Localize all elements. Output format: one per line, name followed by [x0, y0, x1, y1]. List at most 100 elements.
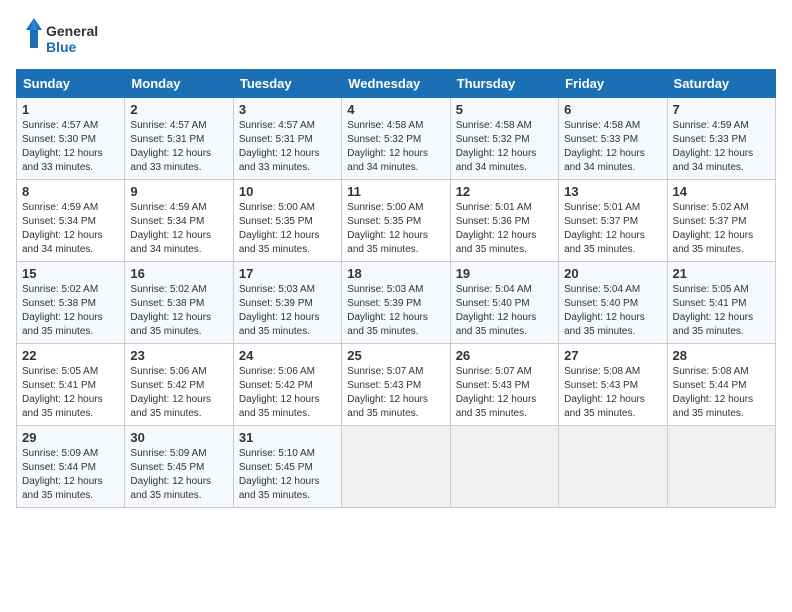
day-number: 4	[347, 102, 444, 117]
weekday-header: Wednesday	[342, 70, 450, 98]
day-number: 16	[130, 266, 227, 281]
calendar-cell	[342, 426, 450, 508]
day-number: 6	[564, 102, 661, 117]
calendar-cell: 12 Sunrise: 5:01 AMSunset: 5:36 PMDaylig…	[450, 180, 558, 262]
calendar-cell: 3 Sunrise: 4:57 AMSunset: 5:31 PMDayligh…	[233, 98, 341, 180]
day-info: Sunrise: 5:02 AMSunset: 5:38 PMDaylight:…	[22, 284, 103, 337]
weekday-header: Thursday	[450, 70, 558, 98]
day-number: 2	[130, 102, 227, 117]
day-number: 13	[564, 184, 661, 199]
day-number: 19	[456, 266, 553, 281]
calendar-table: SundayMondayTuesdayWednesdayThursdayFrid…	[16, 69, 776, 508]
day-info: Sunrise: 5:07 AMSunset: 5:43 PMDaylight:…	[456, 366, 537, 419]
day-number: 3	[239, 102, 336, 117]
calendar-cell: 2 Sunrise: 4:57 AMSunset: 5:31 PMDayligh…	[125, 98, 233, 180]
day-info: Sunrise: 5:04 AMSunset: 5:40 PMDaylight:…	[456, 284, 537, 337]
calendar-cell: 19 Sunrise: 5:04 AMSunset: 5:40 PMDaylig…	[450, 262, 558, 344]
day-number: 14	[673, 184, 770, 199]
calendar-cell: 26 Sunrise: 5:07 AMSunset: 5:43 PMDaylig…	[450, 344, 558, 426]
day-info: Sunrise: 5:09 AMSunset: 5:45 PMDaylight:…	[130, 448, 211, 501]
calendar-cell: 23 Sunrise: 5:06 AMSunset: 5:42 PMDaylig…	[125, 344, 233, 426]
day-number: 17	[239, 266, 336, 281]
calendar-cell: 17 Sunrise: 5:03 AMSunset: 5:39 PMDaylig…	[233, 262, 341, 344]
day-info: Sunrise: 5:07 AMSunset: 5:43 PMDaylight:…	[347, 366, 428, 419]
day-info: Sunrise: 5:02 AMSunset: 5:37 PMDaylight:…	[673, 202, 754, 255]
calendar-week-row: 15 Sunrise: 5:02 AMSunset: 5:38 PMDaylig…	[17, 262, 776, 344]
calendar-cell: 11 Sunrise: 5:00 AMSunset: 5:35 PMDaylig…	[342, 180, 450, 262]
calendar-cell: 14 Sunrise: 5:02 AMSunset: 5:37 PMDaylig…	[667, 180, 775, 262]
day-number: 26	[456, 348, 553, 363]
day-info: Sunrise: 5:00 AMSunset: 5:35 PMDaylight:…	[239, 202, 320, 255]
day-info: Sunrise: 5:05 AMSunset: 5:41 PMDaylight:…	[22, 366, 103, 419]
day-number: 24	[239, 348, 336, 363]
calendar-cell: 16 Sunrise: 5:02 AMSunset: 5:38 PMDaylig…	[125, 262, 233, 344]
calendar-cell: 5 Sunrise: 4:58 AMSunset: 5:32 PMDayligh…	[450, 98, 558, 180]
day-number: 8	[22, 184, 119, 199]
weekday-header: Tuesday	[233, 70, 341, 98]
day-info: Sunrise: 4:57 AMSunset: 5:31 PMDaylight:…	[239, 120, 320, 173]
calendar-cell: 7 Sunrise: 4:59 AMSunset: 5:33 PMDayligh…	[667, 98, 775, 180]
logo: General Blue	[16, 16, 116, 61]
calendar-cell: 21 Sunrise: 5:05 AMSunset: 5:41 PMDaylig…	[667, 262, 775, 344]
day-info: Sunrise: 4:58 AMSunset: 5:32 PMDaylight:…	[456, 120, 537, 173]
day-number: 18	[347, 266, 444, 281]
calendar-cell: 31 Sunrise: 5:10 AMSunset: 5:45 PMDaylig…	[233, 426, 341, 508]
calendar-cell: 24 Sunrise: 5:06 AMSunset: 5:42 PMDaylig…	[233, 344, 341, 426]
calendar-cell: 27 Sunrise: 5:08 AMSunset: 5:43 PMDaylig…	[559, 344, 667, 426]
calendar-cell: 1 Sunrise: 4:57 AMSunset: 5:30 PMDayligh…	[17, 98, 125, 180]
calendar-cell: 29 Sunrise: 5:09 AMSunset: 5:44 PMDaylig…	[17, 426, 125, 508]
day-number: 7	[673, 102, 770, 117]
day-info: Sunrise: 4:58 AMSunset: 5:33 PMDaylight:…	[564, 120, 645, 173]
calendar-cell: 18 Sunrise: 5:03 AMSunset: 5:39 PMDaylig…	[342, 262, 450, 344]
weekday-header: Monday	[125, 70, 233, 98]
calendar-week-row: 8 Sunrise: 4:59 AMSunset: 5:34 PMDayligh…	[17, 180, 776, 262]
day-info: Sunrise: 5:09 AMSunset: 5:44 PMDaylight:…	[22, 448, 103, 501]
calendar-cell: 9 Sunrise: 4:59 AMSunset: 5:34 PMDayligh…	[125, 180, 233, 262]
day-info: Sunrise: 5:03 AMSunset: 5:39 PMDaylight:…	[347, 284, 428, 337]
day-info: Sunrise: 5:01 AMSunset: 5:37 PMDaylight:…	[564, 202, 645, 255]
calendar-week-row: 1 Sunrise: 4:57 AMSunset: 5:30 PMDayligh…	[17, 98, 776, 180]
calendar-cell: 13 Sunrise: 5:01 AMSunset: 5:37 PMDaylig…	[559, 180, 667, 262]
day-number: 25	[347, 348, 444, 363]
day-number: 20	[564, 266, 661, 281]
day-number: 21	[673, 266, 770, 281]
day-info: Sunrise: 4:59 AMSunset: 5:34 PMDaylight:…	[130, 202, 211, 255]
calendar-cell	[559, 426, 667, 508]
day-number: 22	[22, 348, 119, 363]
logo-svg: General Blue	[16, 16, 116, 61]
calendar-week-row: 22 Sunrise: 5:05 AMSunset: 5:41 PMDaylig…	[17, 344, 776, 426]
day-number: 27	[564, 348, 661, 363]
day-info: Sunrise: 5:06 AMSunset: 5:42 PMDaylight:…	[239, 366, 320, 419]
day-number: 12	[456, 184, 553, 199]
weekday-header: Saturday	[667, 70, 775, 98]
calendar-cell	[450, 426, 558, 508]
day-number: 9	[130, 184, 227, 199]
day-number: 23	[130, 348, 227, 363]
weekday-header: Friday	[559, 70, 667, 98]
day-info: Sunrise: 4:57 AMSunset: 5:30 PMDaylight:…	[22, 120, 103, 173]
day-number: 10	[239, 184, 336, 199]
calendar-cell: 20 Sunrise: 5:04 AMSunset: 5:40 PMDaylig…	[559, 262, 667, 344]
calendar-cell: 8 Sunrise: 4:59 AMSunset: 5:34 PMDayligh…	[17, 180, 125, 262]
calendar-cell: 22 Sunrise: 5:05 AMSunset: 5:41 PMDaylig…	[17, 344, 125, 426]
calendar-cell: 4 Sunrise: 4:58 AMSunset: 5:32 PMDayligh…	[342, 98, 450, 180]
day-info: Sunrise: 4:59 AMSunset: 5:34 PMDaylight:…	[22, 202, 103, 255]
calendar-cell: 10 Sunrise: 5:00 AMSunset: 5:35 PMDaylig…	[233, 180, 341, 262]
day-info: Sunrise: 5:08 AMSunset: 5:43 PMDaylight:…	[564, 366, 645, 419]
day-info: Sunrise: 5:05 AMSunset: 5:41 PMDaylight:…	[673, 284, 754, 337]
day-number: 15	[22, 266, 119, 281]
calendar-header-row: SundayMondayTuesdayWednesdayThursdayFrid…	[17, 70, 776, 98]
header: General Blue	[16, 16, 776, 61]
day-info: Sunrise: 5:08 AMSunset: 5:44 PMDaylight:…	[673, 366, 754, 419]
day-number: 29	[22, 430, 119, 445]
day-info: Sunrise: 5:01 AMSunset: 5:36 PMDaylight:…	[456, 202, 537, 255]
calendar-week-row: 29 Sunrise: 5:09 AMSunset: 5:44 PMDaylig…	[17, 426, 776, 508]
day-number: 31	[239, 430, 336, 445]
day-number: 11	[347, 184, 444, 199]
day-number: 28	[673, 348, 770, 363]
day-info: Sunrise: 5:06 AMSunset: 5:42 PMDaylight:…	[130, 366, 211, 419]
day-number: 5	[456, 102, 553, 117]
calendar-cell: 30 Sunrise: 5:09 AMSunset: 5:45 PMDaylig…	[125, 426, 233, 508]
day-info: Sunrise: 4:59 AMSunset: 5:33 PMDaylight:…	[673, 120, 754, 173]
calendar-cell: 6 Sunrise: 4:58 AMSunset: 5:33 PMDayligh…	[559, 98, 667, 180]
